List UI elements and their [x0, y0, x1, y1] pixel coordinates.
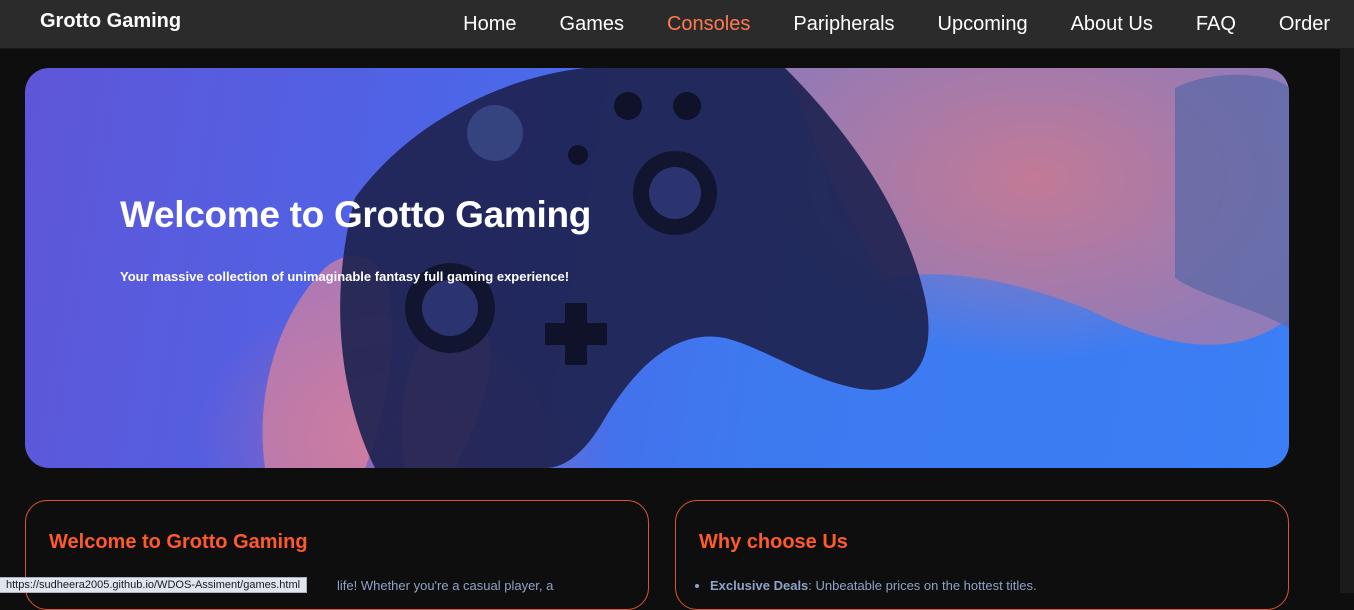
why-card-title: Why choose Us: [699, 531, 848, 553]
why-card-list: Exclusive Deals: Unbeatable prices on th…: [698, 578, 1037, 593]
nav-games[interactable]: Games: [560, 11, 624, 37]
welcome-card-title: Welcome to Grotto Gaming: [49, 531, 308, 553]
nav-home[interactable]: Home: [463, 11, 516, 37]
welcome-card: Welcome to Grotto Gaming life! Whether y…: [25, 500, 649, 610]
brand-logo[interactable]: Grotto Gaming: [40, 10, 181, 33]
top-navbar: Grotto Gaming Home Games Consoles Pariph…: [0, 0, 1354, 49]
gamepad-icon: [262, 68, 1289, 468]
scrollbar-track[interactable]: [1340, 49, 1354, 593]
list-item-strong: Exclusive Deals: [710, 578, 809, 593]
nav-links: Home Games Consoles Paripherals Upcoming…: [420, 11, 1330, 37]
nav-order[interactable]: Order: [1279, 11, 1330, 37]
nav-consoles[interactable]: Consoles: [667, 11, 750, 37]
hero-title: Welcome to Grotto Gaming: [120, 194, 592, 235]
list-item-text: : Unbeatable prices on the hottest title…: [808, 578, 1037, 593]
nav-upcoming[interactable]: Upcoming: [938, 11, 1028, 37]
nav-faq[interactable]: FAQ: [1196, 11, 1236, 37]
nav-peripherals[interactable]: Paripherals: [793, 11, 894, 37]
nav-about-us[interactable]: About Us: [1071, 11, 1153, 37]
hero-subtitle: Your massive collection of unimaginable …: [120, 269, 570, 284]
hero-banner: Welcome to Grotto Gaming Your massive co…: [25, 68, 1289, 468]
link-status-bar: https://sudheera2005.github.io/WDOS-Assi…: [0, 577, 308, 593]
why-choose-us-card: Why choose Us Exclusive Deals: Unbeatabl…: [675, 500, 1289, 610]
welcome-card-body: life! Whether you're a casual player, a: [337, 578, 554, 593]
list-item: Exclusive Deals: Unbeatable prices on th…: [710, 578, 1037, 593]
